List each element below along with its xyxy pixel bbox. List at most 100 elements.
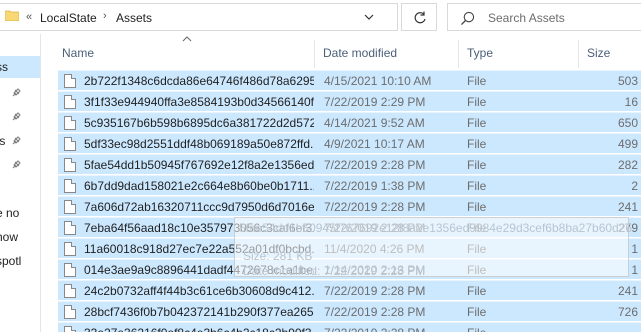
file-type: File <box>467 284 487 298</box>
pin-icon <box>12 136 21 145</box>
file-list[interactable]: Name Date modified Type Size 2b722f1348c… <box>46 34 641 332</box>
table-row[interactable]: 3f1f33e944940ffa3e8584193b0d34566140f...… <box>58 91 641 111</box>
file-name: 24c2b0732aff4f44b3c61ce6b30608d9c412... <box>84 284 314 298</box>
file-size: 503 <box>617 74 638 88</box>
file-icon <box>64 158 76 172</box>
file-size: 241 <box>617 200 638 214</box>
file-date: 7/22/2019 2:28 PM <box>324 305 426 319</box>
file-date: 7/22/2019 2:28 PM <box>324 284 426 298</box>
file-type: File <box>467 326 486 332</box>
drag-preview-size: Size: 281 KB <box>243 249 313 263</box>
file-icon <box>64 284 76 298</box>
pin-icon <box>12 160 21 169</box>
pin-icon <box>12 88 21 97</box>
file-type: File <box>467 74 487 88</box>
file-size: 650 <box>617 116 638 130</box>
file-type: File <box>467 305 487 319</box>
drag-preview-date: Date modified: 7/22/2019 2:28 PM <box>243 264 426 278</box>
column-divider[interactable] <box>578 40 579 68</box>
nav-item[interactable]: spotl <box>0 254 21 268</box>
table-row[interactable]: 6b7dd9dad158021e2c664e8b60be0b1711... 7/2… <box>58 175 641 195</box>
search-icon <box>460 11 475 26</box>
file-size: 726 <box>617 305 638 319</box>
file-type: File <box>467 158 487 172</box>
file-size: 2 <box>631 179 638 193</box>
file-size: 1 <box>631 242 638 256</box>
file-size: 16 <box>624 95 638 109</box>
file-name: 5c935167b6b598b6895dc6a381722d2d572... <box>84 116 314 130</box>
column-header-type[interactable]: Type <box>467 46 493 60</box>
column-divider[interactable] <box>458 40 459 68</box>
breadcrumb-separator[interactable]: › <box>103 10 107 22</box>
refresh-button[interactable] <box>401 3 437 31</box>
folder-icon <box>5 10 19 21</box>
file-type: File <box>467 137 487 151</box>
file-date: 7/22/2019 2:29 PM <box>324 95 426 109</box>
file-date: 4/15/2021 10:10 AM <box>324 74 432 88</box>
file-type: File <box>467 200 487 214</box>
column-header-size[interactable]: Size <box>587 46 610 60</box>
navigation-pane[interactable]: ss ts e no how spotl <box>0 34 41 332</box>
table-row[interactable]: 33e27e36216f0ef8c4e3b6c4b2c18c2b90f3... 7… <box>58 322 641 332</box>
search-placeholder: Search Assets <box>488 11 565 25</box>
breadcrumb-localstate[interactable]: LocalState <box>40 11 97 25</box>
pin-icon <box>12 112 21 121</box>
file-type: File <box>467 95 487 109</box>
file-date: 4/14/2021 9:52 AM <box>324 116 425 130</box>
file-icon <box>64 326 76 332</box>
file-icon <box>64 221 76 235</box>
drag-preview-tooltip: 5fae54dd1b50945f767692e12f8a2e1356ed9984… <box>234 217 633 278</box>
table-row[interactable]: 5c935167b6b598b6895dc6a381722d2d572... 4/… <box>58 112 641 132</box>
file-date: 4/9/2021 10:17 AM <box>324 137 425 151</box>
file-name: 5df33ec98d2551ddf48b069189a50e872ffd... <box>84 137 314 151</box>
column-header-date[interactable]: Date modified <box>323 46 397 60</box>
column-header-name[interactable]: Name <box>62 46 94 60</box>
drag-preview-name: 5fae54dd1b50945f767692e12f8a2e1356ed9984… <box>239 221 633 235</box>
chevron-down-icon[interactable] <box>363 12 375 22</box>
file-size: 241 <box>617 284 638 298</box>
file-icon <box>64 179 76 193</box>
file-name: 7a606d72ab16320711ccc9d7950d6d7016e... <box>84 200 314 214</box>
file-icon <box>64 242 76 256</box>
table-row[interactable]: 28bcf7436f0b7b042372141b290f377ea265... 7… <box>58 301 641 321</box>
address-bar[interactable]: « LocalState › Assets <box>0 3 398 31</box>
file-icon <box>64 95 76 109</box>
file-size: 499 <box>617 137 638 151</box>
file-type: File <box>467 179 487 193</box>
file-icon <box>64 305 76 319</box>
table-row[interactable]: 5df33ec98d2551ddf48b069189a50e872ffd... 4… <box>58 133 641 153</box>
table-row[interactable]: 5fae54dd1b50945f767692e12f8a2e1356ed... 7… <box>58 154 641 174</box>
overflow-chevron[interactable]: « <box>26 11 32 23</box>
file-name: 33e27e36216f0ef8c4e3b6c4b2c18c2b90f3... <box>84 326 314 332</box>
file-name: 2b722f1348c6dcda86e64746f486d78a6295... <box>84 74 314 88</box>
column-divider[interactable] <box>314 40 315 68</box>
breadcrumb-assets[interactable]: Assets <box>116 11 152 25</box>
file-size: 282 <box>617 158 638 172</box>
sort-ascending-icon <box>182 36 192 42</box>
file-icon <box>64 263 76 277</box>
file-name: 6b7dd9dad158021e2c664e8b60be0b1711... <box>84 179 314 193</box>
file-icon <box>64 74 76 88</box>
file-date: 7/22/2019 2:28 PM <box>324 326 425 332</box>
file-type: File <box>467 116 487 130</box>
file-size: 1 <box>631 263 638 277</box>
file-icon <box>64 200 76 214</box>
table-row[interactable]: 7a606d72ab16320711ccc9d7950d6d7016e... 7/… <box>58 196 641 216</box>
table-row[interactable]: 2b722f1348c6dcda86e64746f486d78a6295... 4… <box>58 70 641 90</box>
table-row[interactable]: 24c2b0732aff4f44b3c61ce6b30608d9c412... 7… <box>58 280 641 300</box>
nav-item[interactable]: how <box>0 230 18 244</box>
file-name: 5fae54dd1b50945f767692e12f8a2e1356ed... <box>84 158 314 172</box>
nav-item[interactable]: ts <box>0 134 5 148</box>
file-icon <box>64 116 76 130</box>
file-date: 7/22/2019 1:38 PM <box>324 179 426 193</box>
search-input[interactable]: Search Assets <box>447 3 641 31</box>
address-row: « LocalState › Assets Search Assets <box>0 0 641 34</box>
file-date: 7/22/2019 2:28 PM <box>324 158 426 172</box>
file-name: 3f1f33e944940ffa3e8584193b0d34566140f... <box>84 95 314 109</box>
nav-item[interactable]: ss <box>0 60 8 74</box>
file-name: 28bcf7436f0b7b042372141b290f377ea265... <box>84 305 314 319</box>
file-icon <box>64 137 76 151</box>
file-date: 7/22/2019 2:28 PM <box>324 200 426 214</box>
refresh-icon <box>414 11 426 24</box>
nav-item[interactable]: e no <box>0 206 19 220</box>
